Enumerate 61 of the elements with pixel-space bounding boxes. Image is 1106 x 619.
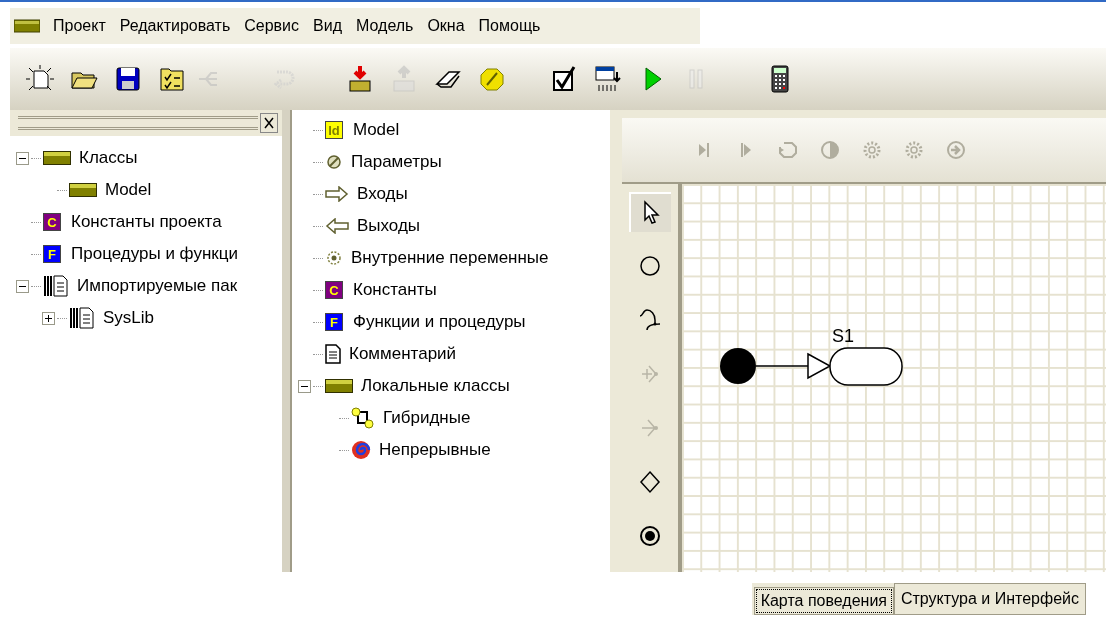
expander-toggle[interactable] [42, 311, 55, 325]
class-icon [69, 183, 97, 197]
menu-item[interactable]: Сервис [237, 17, 307, 35]
state-name: S1 [832, 326, 855, 346]
menu-item[interactable]: Проект [46, 17, 113, 35]
tab[interactable]: Карта поведения [753, 587, 894, 615]
tree-item[interactable]: Процедуры и функци [71, 244, 238, 264]
gear-icon [861, 139, 883, 161]
letter-badge: F [43, 245, 61, 263]
documents-icon [43, 275, 69, 297]
close-icon [263, 117, 275, 129]
menu-item[interactable]: Помощь [471, 17, 548, 35]
tree-item[interactable]: Гибридные [383, 408, 471, 428]
letter-badge: C [325, 281, 343, 299]
tree-item[interactable]: Model [105, 180, 152, 200]
tree-item[interactable]: Локальные классы [361, 376, 510, 396]
tree-item[interactable]: Model [353, 120, 400, 140]
documents-icon [69, 307, 95, 329]
document-icon [325, 344, 341, 364]
tree-item[interactable]: Выходы [357, 216, 421, 236]
spiral-icon [351, 440, 371, 460]
hybrid-icon [351, 407, 375, 429]
letter-badge: Id [325, 121, 343, 139]
param-icon [325, 153, 343, 171]
plus-icon [43, 312, 54, 324]
tree-item[interactable]: Константы [353, 280, 437, 300]
right-arrow-icon [325, 186, 349, 202]
tree-item[interactable]: Входы [357, 184, 408, 204]
tree-item[interactable]: Параметры [351, 152, 442, 172]
letter-badge: C [43, 213, 61, 231]
left-arrow-icon [325, 218, 349, 234]
menu-item[interactable]: Модель [349, 17, 421, 35]
tree-item[interactable]: Функции и процедуры [353, 312, 526, 332]
panel-grip[interactable] [18, 116, 258, 130]
tree-item[interactable]: SysLib [103, 308, 155, 328]
tree-item[interactable]: Константы проекта [71, 212, 222, 232]
expander-toggle[interactable] [16, 279, 29, 293]
tree-item[interactable]: Внутренние переменные [351, 248, 549, 268]
reset-icon [777, 139, 799, 161]
close-button[interactable] [260, 113, 278, 133]
menu-item[interactable]: Вид [306, 17, 349, 35]
tree-item[interactable]: Непрерывные [379, 440, 491, 460]
tree-item[interactable]: Комментарий [349, 344, 457, 364]
tab[interactable]: Структура и Интерфейс [894, 583, 1086, 615]
pointer-tool[interactable] [629, 192, 671, 232]
menu-item[interactable]: Редактировать [112, 17, 238, 35]
class-icon [325, 379, 353, 393]
menu-item[interactable]: Окна [420, 17, 472, 35]
app-icon [14, 19, 40, 33]
half-circle-icon [819, 139, 841, 161]
tree-item[interactable]: Импортируемые пак [77, 276, 238, 296]
initial-state [720, 348, 756, 384]
gear-icon [903, 139, 925, 161]
expander-toggle[interactable] [298, 379, 311, 393]
window-icon [593, 64, 623, 94]
target-icon [325, 249, 343, 267]
letter-badge: F [325, 313, 343, 331]
forward-icon [945, 139, 967, 161]
expander-toggle[interactable] [16, 151, 29, 165]
tree-item[interactable]: Классы [79, 148, 138, 168]
class-icon [43, 151, 71, 165]
